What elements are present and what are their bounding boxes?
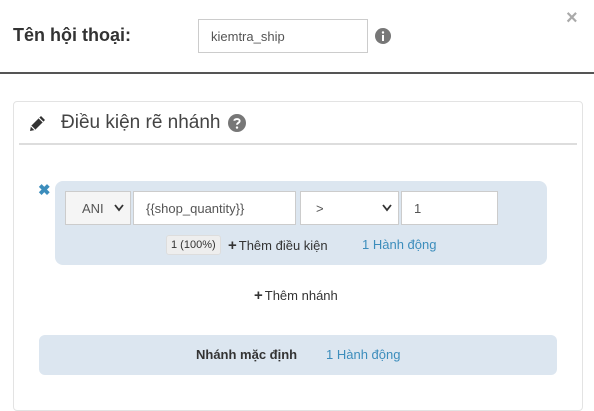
plus-icon: + xyxy=(228,237,237,254)
pencil-icon xyxy=(30,116,45,131)
conversation-name-label: Tên hội thoại: xyxy=(13,25,131,45)
info-circle-icon[interactable] xyxy=(375,28,391,44)
branch-actions-link[interactable]: 1 Hành động xyxy=(362,237,436,252)
logic-operator-select[interactable]: ANI xyxy=(65,191,131,225)
default-branch-actions-link[interactable]: 1 Hành động xyxy=(326,347,400,362)
add-condition-label: Thêm điều kiện xyxy=(238,238,328,253)
remove-branch-icon[interactable]: ✖ xyxy=(38,183,51,199)
conversation-name-input[interactable] xyxy=(198,19,368,53)
chevron-down-icon xyxy=(382,204,392,212)
add-condition-button[interactable]: + Thêm điều kiện xyxy=(228,237,328,254)
chevron-down-icon xyxy=(114,204,124,212)
plus-icon: + xyxy=(254,287,263,304)
question-circle-icon[interactable] xyxy=(228,114,246,132)
add-branch-label: Thêm nhánh xyxy=(264,288,338,303)
panel-title: Điều kiện rẽ nhánh xyxy=(61,112,221,133)
add-branch-button[interactable]: + Thêm nhánh xyxy=(254,287,338,304)
condition-field-input[interactable] xyxy=(133,191,296,225)
condition-value-input[interactable] xyxy=(401,191,498,225)
branch-percentage-badge: 1 (100%) xyxy=(166,235,221,255)
comparison-operator-select[interactable]: > xyxy=(300,191,399,225)
comparison-operator-value: > xyxy=(316,201,324,216)
close-dialog-button[interactable]: × xyxy=(566,6,578,30)
default-branch-container xyxy=(39,335,557,375)
default-branch-label: Nhánh mặc định xyxy=(196,347,298,362)
logic-operator-value: ANI xyxy=(82,201,104,216)
